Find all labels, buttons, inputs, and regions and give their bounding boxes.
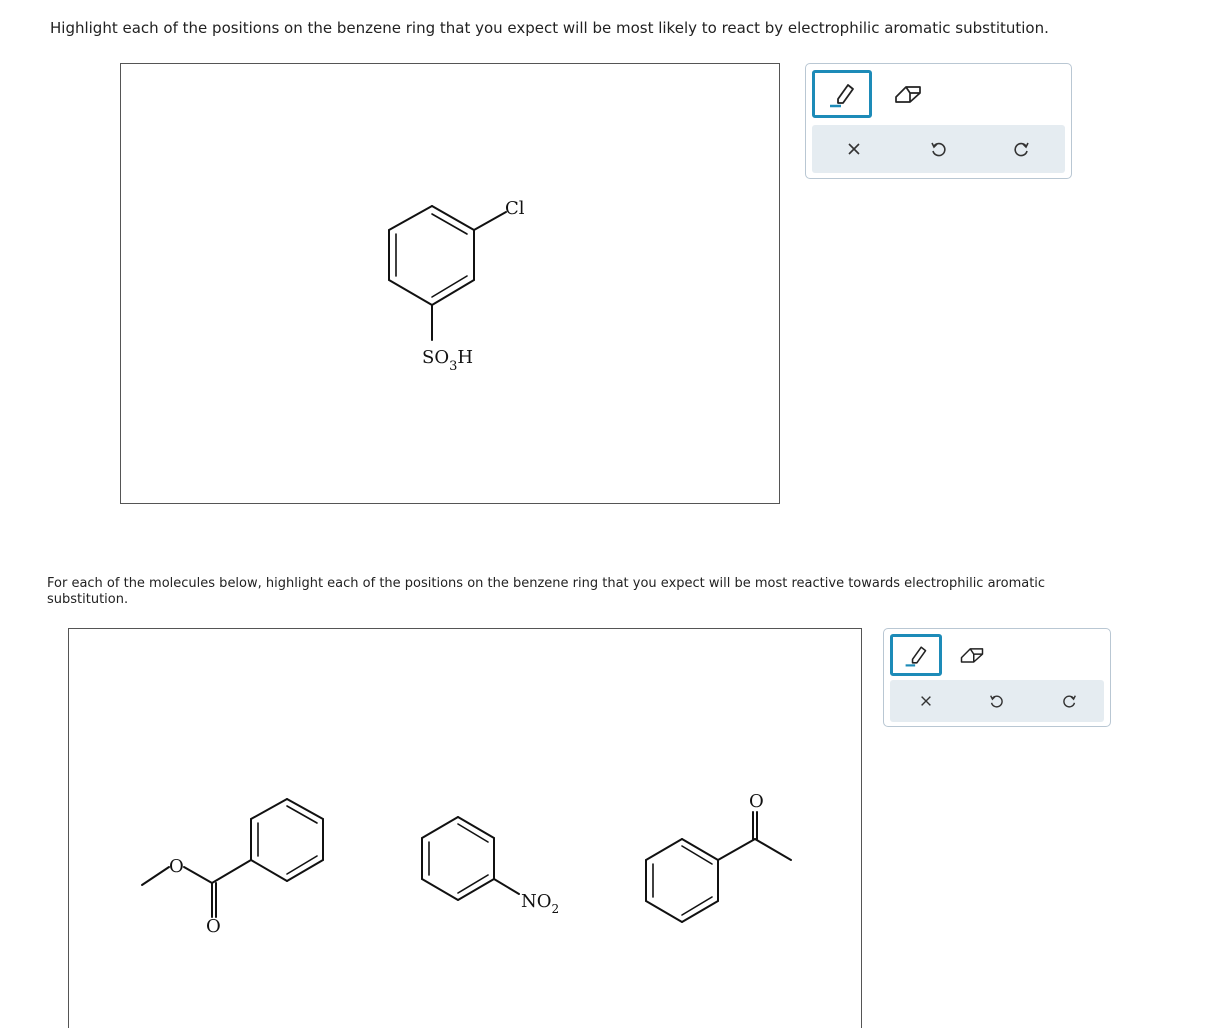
sulfonic-label: SO3H bbox=[422, 347, 473, 374]
clear-button[interactable] bbox=[824, 125, 884, 173]
molecule-acetophenone bbox=[645, 811, 792, 923]
highlighter-tool-button[interactable] bbox=[812, 70, 872, 118]
drawing-canvas-1[interactable]: Cl SO3H bbox=[120, 63, 780, 504]
molecule-nitrobenzene bbox=[421, 816, 520, 901]
ketone-oxygen-label: O bbox=[749, 791, 764, 812]
highlighter-icon bbox=[905, 646, 927, 667]
redo-button[interactable] bbox=[1040, 680, 1100, 722]
molecules-row: O O NO2 O bbox=[141, 791, 792, 937]
clear-icon bbox=[848, 143, 860, 155]
ester-oxygen-label: O bbox=[169, 856, 184, 877]
eraser-tool-button[interactable] bbox=[878, 70, 938, 118]
molecule-sulfonic-acid-chlorobenzene: Cl SO3H bbox=[388, 198, 525, 374]
chloro-label: Cl bbox=[505, 198, 525, 219]
eraser-tool-button[interactable] bbox=[946, 634, 998, 676]
carbonyl-oxygen-label: O bbox=[206, 916, 221, 937]
question-1-instruction: Highlight each of the positions on the b… bbox=[50, 19, 1049, 37]
undo-button[interactable] bbox=[966, 680, 1026, 722]
clear-button[interactable] bbox=[896, 680, 956, 722]
ring-bond[interactable] bbox=[388, 279, 433, 306]
highlighter-icon bbox=[830, 84, 854, 108]
undo-icon bbox=[990, 695, 1003, 708]
nitro-label: NO2 bbox=[521, 891, 559, 916]
redo-button[interactable] bbox=[992, 125, 1052, 173]
ring-bond[interactable] bbox=[645, 900, 683, 923]
ring-bond[interactable] bbox=[250, 859, 288, 882]
ring-bond[interactable] bbox=[250, 798, 288, 820]
drawing-canvas-2[interactable]: O O NO2 O bbox=[68, 628, 862, 1028]
ring-bond[interactable] bbox=[388, 205, 433, 231]
undo-icon bbox=[931, 142, 946, 157]
ring-bond[interactable] bbox=[645, 838, 683, 861]
toolbar-1 bbox=[805, 63, 1072, 179]
undo-button[interactable] bbox=[908, 125, 968, 173]
ring-bond[interactable] bbox=[421, 816, 459, 839]
highlighter-tool-button[interactable] bbox=[890, 634, 942, 676]
redo-icon bbox=[1063, 695, 1076, 708]
ring-bond[interactable] bbox=[421, 878, 459, 901]
eraser-icon bbox=[960, 648, 984, 663]
question-2-instruction: For each of the molecules below, highlig… bbox=[47, 576, 1046, 607]
clear-icon bbox=[921, 696, 931, 706]
toolbar-2 bbox=[883, 628, 1111, 727]
eraser-icon bbox=[895, 86, 921, 103]
redo-icon bbox=[1014, 142, 1029, 157]
c-cl-bond bbox=[473, 211, 507, 231]
